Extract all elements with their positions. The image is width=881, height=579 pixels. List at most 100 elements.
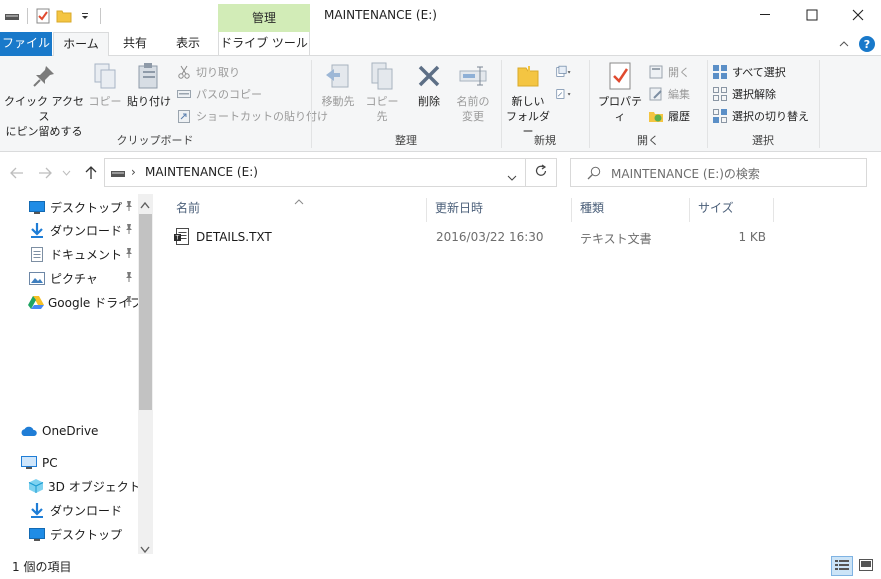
invert-selection-button[interactable]: 選択の切り替え [712, 106, 809, 126]
table-row[interactable]: T DETAILS.TXT 2016/03/22 16:30 テキスト文書 1 … [174, 226, 782, 248]
history-button[interactable]: 履歴 [648, 106, 690, 126]
maximize-button[interactable] [789, 0, 835, 30]
address-dropdown-chevron-icon[interactable] [507, 170, 517, 184]
delete-icon [413, 60, 445, 92]
customize-qat-icon[interactable] [77, 8, 93, 24]
history-label: 履歴 [668, 110, 690, 123]
status-bar: 1 個の項目 [0, 554, 881, 579]
window-title: MAINTENANCE (E:) [324, 8, 437, 22]
nav-item-onedrive[interactable]: OneDrive [20, 420, 138, 442]
nav-item-label: ピクチャ [50, 271, 98, 286]
document-icon [28, 246, 46, 262]
close-button[interactable] [835, 0, 881, 30]
nav-item-desktop[interactable]: デスクトップ [28, 196, 138, 218]
nav-item-desktop-pc[interactable]: デスクトップ [28, 523, 138, 545]
up-arrow-icon[interactable] [82, 164, 100, 182]
edit-icon [648, 86, 664, 102]
delete-button[interactable]: 削除 [412, 60, 446, 109]
cut-button[interactable]: 切り取り [176, 62, 240, 82]
large-icons-view-button[interactable] [855, 556, 877, 576]
refresh-button[interactable] [526, 158, 557, 187]
new-folder-label-1: 新しい [511, 95, 545, 108]
clipboard-group-label: クリップボード [116, 134, 194, 147]
pin-icon [126, 224, 132, 234]
new-item-icon [556, 64, 572, 80]
organize-group-label: 整理 [395, 134, 417, 147]
select-all-button[interactable]: すべて選択 [712, 62, 786, 82]
history-icon [648, 108, 664, 124]
paste-label: 貼り付け [127, 95, 171, 108]
pin-icon [28, 60, 60, 92]
new-folder-button[interactable]: 新しい フォルダー [504, 60, 552, 139]
edit-button[interactable]: 編集 [648, 84, 690, 104]
tab-home[interactable]: ホーム [53, 32, 109, 57]
copy-icon [89, 60, 121, 92]
breadcrumb-chevron-icon[interactable]: › [131, 165, 136, 179]
paste-shortcut-icon [176, 108, 192, 124]
drive-icon[interactable] [4, 8, 20, 24]
pin-icon [126, 272, 132, 282]
nav-item-downloads[interactable]: ダウンロード [28, 219, 138, 241]
tab-view[interactable]: 表示 [164, 32, 212, 56]
forward-arrow-icon[interactable] [36, 164, 54, 182]
drive-icon [111, 167, 125, 181]
new-folder-icon[interactable] [56, 8, 72, 24]
select-none-button[interactable]: 選択解除 [712, 84, 776, 104]
rename-label-2: 変更 [462, 110, 484, 123]
nav-item-3d-objects[interactable]: 3D オブジェクト [28, 475, 138, 497]
properties-button[interactable]: プロパティ [594, 60, 646, 124]
collapse-ribbon-icon[interactable] [836, 36, 852, 52]
organize-group: 移動先 コピー先 削除 名前の 変更 整理 [312, 56, 500, 152]
open-button[interactable]: 開く [648, 62, 690, 82]
help-icon[interactable]: ? [859, 36, 875, 52]
search-placeholder: MAINTENANCE (E:)の検索 [611, 167, 760, 181]
tab-drive-tools[interactable]: ドライブ ツール [218, 32, 310, 56]
new-item-button[interactable] [556, 62, 572, 82]
breadcrumb-path[interactable]: MAINTENANCE (E:) [145, 165, 258, 179]
column-header-size[interactable]: サイズ [680, 200, 773, 224]
details-view-button[interactable] [831, 556, 853, 576]
select-none-icon [712, 86, 728, 102]
paste-shortcut-label: ショートカットの貼り付け [196, 110, 328, 123]
recent-locations-chevron-icon[interactable] [60, 164, 72, 182]
file-modified: 2016/03/22 16:30 [436, 230, 544, 244]
tab-share[interactable]: 共有 [112, 32, 158, 56]
easy-access-button[interactable] [556, 84, 572, 104]
ribbon-tabs: ファイル ホーム 共有 表示 ドライブ ツール [0, 32, 881, 57]
minimize-button[interactable] [743, 0, 789, 30]
nav-item-google-drive[interactable]: Google ドライブ [28, 291, 138, 313]
pin-label-1: クイック アクセス [4, 95, 84, 123]
rename-button[interactable]: 名前の 変更 [450, 60, 496, 124]
paste-button[interactable]: 貼り付け [126, 60, 172, 109]
back-arrow-icon[interactable] [8, 164, 26, 182]
scissors-icon [176, 64, 192, 80]
tab-file[interactable]: ファイル [0, 32, 52, 56]
title-bar: 管理 MAINTENANCE (E:) [0, 0, 881, 32]
move-to-button[interactable]: 移動先 [316, 60, 360, 109]
paste-shortcut-button[interactable]: ショートカットの貼り付け [176, 106, 328, 126]
properties-check-icon[interactable] [35, 8, 51, 24]
copy-path-button[interactable]: パスのコピー [176, 84, 262, 104]
copy-path-label: パスのコピー [196, 88, 262, 101]
copy-button[interactable]: コピー [88, 60, 122, 109]
select-group: すべて選択 選択解除 選択の切り替え 選択 [708, 56, 818, 152]
copy-to-button[interactable]: コピー先 [362, 60, 402, 124]
address-bar[interactable]: › MAINTENANCE (E:) [104, 158, 526, 187]
nav-item-documents[interactable]: ドキュメント [28, 243, 138, 265]
scroll-up-chevron-icon[interactable] [140, 198, 150, 212]
3d-objects-icon [28, 478, 44, 494]
nav-item-pictures[interactable]: ピクチャ [28, 267, 138, 289]
column-header-type[interactable]: 種類 [562, 200, 689, 224]
new-group-label: 新規 [534, 134, 556, 147]
nav-pane-scrollbar-thumb[interactable] [139, 214, 152, 410]
nav-item-downloads-pc[interactable]: ダウンロード [28, 499, 138, 521]
search-icon [587, 166, 601, 183]
nav-item-label: デスクトップ [50, 200, 123, 215]
delete-label: 削除 [418, 95, 440, 108]
column-header-name[interactable]: 名前 [158, 200, 426, 224]
column-header-modified[interactable]: 更新日時 [417, 200, 571, 224]
column-divider[interactable] [773, 198, 774, 222]
nav-item-pc[interactable]: PC [20, 452, 138, 474]
pin-quick-access-button[interactable]: クイック アクセス にピン留めする [4, 60, 84, 139]
search-box[interactable]: MAINTENANCE (E:)の検索 [570, 158, 867, 187]
